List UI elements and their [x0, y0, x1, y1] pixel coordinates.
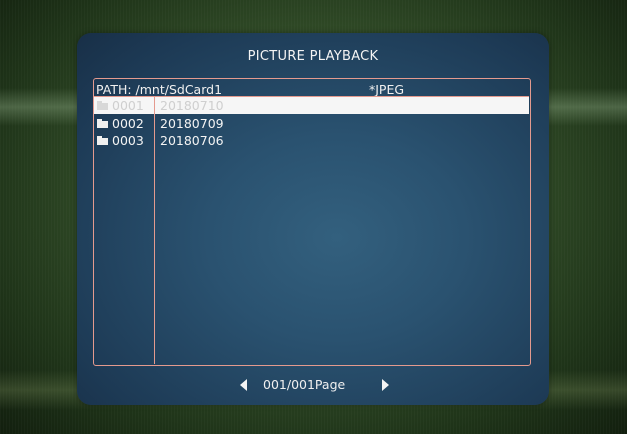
current-path: PATH: /mnt/SdCard1 — [96, 82, 223, 97]
folder-number: 0001 — [112, 98, 144, 113]
dialog-title: PICTURE PLAYBACK — [247, 49, 379, 64]
folder-date: 20180706 — [160, 133, 224, 148]
column-divider — [154, 96, 155, 364]
folder-row-0001[interactable]: 0001 20180710 — [94, 97, 529, 114]
page-indicator: 001/001Page — [263, 377, 346, 392]
triangle-left-icon[interactable] — [240, 379, 247, 391]
folder-icon — [97, 136, 108, 145]
folder-date: 20180709 — [160, 116, 224, 131]
folder-date: 20180710 — [160, 98, 224, 113]
triangle-right-icon[interactable] — [382, 379, 389, 391]
folder-row-0002[interactable]: 0002 20180709 — [94, 115, 529, 132]
picture-playback-dialog: PICTURE PLAYBACK PATH: /mnt/SdCard1 *JPE… — [77, 33, 549, 405]
folder-number: 0002 — [112, 116, 144, 131]
folder-icon — [97, 101, 108, 110]
folder-number: 0003 — [112, 133, 144, 148]
folder-icon — [97, 119, 108, 128]
file-browser-panel: PATH: /mnt/SdCard1 *JPEG 0001 20180710 0… — [93, 78, 531, 366]
file-type-filter: *JPEG — [369, 82, 405, 97]
folder-row-0003[interactable]: 0003 20180706 — [94, 132, 529, 149]
pagination: 001/001Page — [77, 376, 549, 396]
